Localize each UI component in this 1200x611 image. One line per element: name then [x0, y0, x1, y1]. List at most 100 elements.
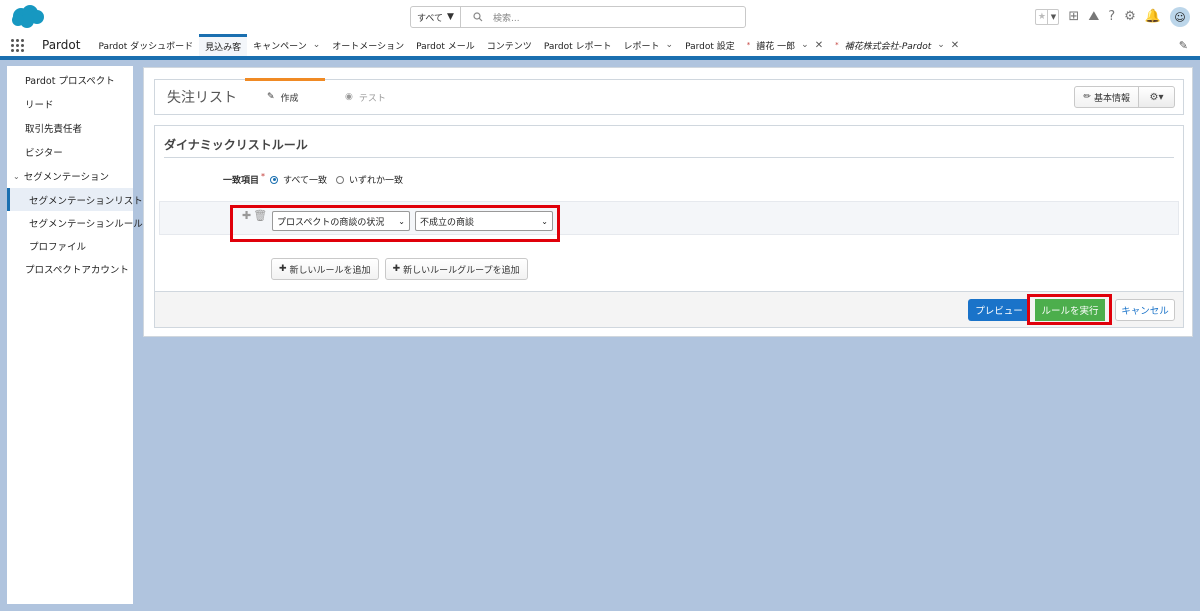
sidebar-item-label: セグメンテーションリスト [29, 195, 143, 207]
favorites-star-icon: ★ [1037, 12, 1046, 22]
add-rule-group-button[interactable]: ✚ 新しいルールグループを追加 [384, 258, 528, 280]
edit-nav-pencil-icon[interactable]: ✎ [1179, 34, 1200, 56]
favorites-button[interactable]: ★ ▼ [1035, 9, 1060, 25]
match-type-row: 一致項目 * すべて一致 いずれか一致 [223, 172, 404, 186]
nav-item-label: オートメーション [332, 41, 405, 52]
plus-icon: ✚ [279, 264, 287, 274]
plus-icon: ✚ [392, 264, 401, 274]
help-icon[interactable]: ? [1108, 7, 1115, 27]
nav-item-label: Pardot メール [416, 41, 475, 52]
chevron-down-icon[interactable]: ⌄ [666, 40, 674, 50]
global-header: すべて ▼ 検索... ★ ▼ ⊞ ⛰ ? ⚙ 🔔 ☺ [0, 0, 1200, 34]
setup-gear-icon[interactable]: ⚙ [1124, 7, 1136, 27]
gear-icon: ⚙▾ [1149, 91, 1164, 103]
sidebar-item-label: セグメンテーションルール [29, 218, 143, 230]
add-rule-button[interactable]: ✚ 新しいルールを追加 [271, 258, 379, 280]
nav-tab-account[interactable]: * 補花株式会社-Pardot ⌄ ✕ [829, 34, 965, 56]
sidebar-item-segmentation-lists[interactable]: セグメンテーションリスト [7, 188, 143, 211]
search-scope-label: すべて [417, 13, 444, 24]
unsaved-dot-icon: * [746, 41, 751, 49]
sidebar-item-label: リード [25, 100, 54, 111]
chevron-down-icon[interactable]: ⌄ [937, 40, 945, 50]
sidebar-item-label: セグメンテーション [23, 172, 110, 183]
nav-item-label: キャンペーン [253, 41, 307, 52]
sidebar-item-label: プロファイル [29, 241, 87, 253]
nav-tab-contact[interactable]: * 譜花 一郎 ⌄ ✕ [741, 34, 829, 56]
add-icon[interactable]: ⊞ [1068, 7, 1079, 27]
sidebar-item-contacts[interactable]: 取引先責任者 [7, 116, 133, 140]
chevron-down-icon: ⌄ [13, 171, 20, 181]
cancel-button[interactable]: キャンセル [1115, 299, 1175, 321]
sidebar-item-leads[interactable]: リード [7, 92, 133, 116]
nav-item-pardot-dashboard[interactable]: Pardot ダッシュボード [92, 34, 199, 56]
sidebar-item-label: プロスペクトアカウント [25, 265, 129, 276]
step-label: テスト [358, 93, 386, 104]
chevron-down-icon[interactable]: ⌄ [801, 40, 809, 50]
chevron-down-icon[interactable]: ⌄ [313, 40, 321, 50]
app-launcher-button[interactable] [0, 34, 34, 56]
basic-info-label: 基本情報 [1093, 93, 1130, 104]
nav-item-pardot-reports[interactable]: Pardot レポート [538, 34, 618, 56]
step-create[interactable]: ✎ 作成 [245, 77, 325, 114]
step-test[interactable]: ◉ テスト [345, 80, 386, 114]
match-label: 一致項目 [223, 176, 260, 186]
global-search: すべて ▼ 検索... [410, 6, 746, 28]
search-input[interactable]: 検索... [461, 7, 745, 27]
unsaved-dot-icon: * [835, 41, 839, 49]
add-rule-label: 新しいルールを追加 [289, 265, 371, 276]
close-icon[interactable]: ✕ [951, 40, 959, 51]
sidebar-item-pardot-prospects[interactable]: Pardot プロスペクト [7, 68, 133, 92]
nav-item-label: 見込み客 [205, 43, 242, 53]
nav-item-automation[interactable]: オートメーション [326, 34, 410, 56]
favorites-menu-icon: ▼ [1047, 10, 1058, 24]
divider [164, 157, 1174, 158]
nav-item-pardot-settings[interactable]: Pardot 設定 [679, 34, 741, 56]
nav-item-label: コンテンツ [486, 41, 532, 52]
sidebar-item-label: ビジター [25, 148, 63, 159]
nav-item-label: 譜花 一郎 [756, 41, 796, 52]
sidebar-item-visitors[interactable]: ビジター [7, 140, 133, 164]
basic-info-button[interactable]: ✏ 基本情報 [1074, 86, 1139, 108]
nav-item-content[interactable]: コンテンツ [481, 34, 538, 56]
list-editor-panel: 失注リスト ✎ 作成 ◉ テスト ✏ 基本情報 ⚙▾ ダイナミックリストルール … [143, 67, 1193, 337]
sidebar-item-prospect-accounts[interactable]: プロスペクトアカウント [7, 257, 133, 281]
edit-icon: ✎ [267, 92, 275, 102]
nav-item-campaigns[interactable]: キャンペーン ⌄ [247, 34, 326, 56]
sidebar-item-label: 取引先責任者 [25, 124, 83, 135]
nav-item-reports[interactable]: レポート ⌄ [618, 34, 680, 56]
list-title-bar: 失注リスト ✎ 作成 ◉ テスト ✏ 基本情報 ⚙▾ [154, 77, 1184, 115]
nav-item-label: レポート [623, 41, 660, 52]
salesforce-logo[interactable] [10, 4, 46, 30]
search-icon [473, 12, 483, 22]
sidebar-item-profiles[interactable]: プロファイル [7, 234, 133, 257]
sidebar-item-segmentation-rules[interactable]: セグメンテーションルール [7, 211, 143, 234]
nav-item-label: 補花株式会社-Pardot [844, 41, 932, 52]
nav-item-pardot-email[interactable]: Pardot メール [410, 34, 481, 56]
gear-menu-button[interactable]: ⚙▾ [1139, 86, 1175, 108]
close-icon[interactable]: ✕ [815, 40, 823, 51]
sidebar-item-label: Pardot プロスペクト [25, 76, 115, 87]
add-group-label: 新しいルールグループを追加 [403, 265, 520, 276]
nav-item-label: Pardot レポート [543, 41, 612, 52]
title-actions: ✏ 基本情報 ⚙▾ [1074, 86, 1175, 108]
form-footer: プレビュー ルールを実行 キャンセル [155, 291, 1183, 327]
caret-down-icon: ▼ [447, 12, 454, 22]
trailhead-icon[interactable]: ⛰ [1088, 7, 1099, 27]
match-all-label: すべて一致 [283, 176, 328, 186]
add-rule-buttons: ✚ 新しいルールを追加 ✚ 新しいルールグループを追加 [271, 258, 528, 280]
notification-bell-icon[interactable]: 🔔 [1145, 7, 1161, 27]
search-scope-select[interactable]: すべて ▼ [411, 7, 461, 27]
app-nav-bar: Pardot Pardot ダッシュボード 見込み客 キャンペーン ⌄ オートメー… [0, 34, 1200, 60]
search-placeholder: 検索... [493, 13, 520, 24]
nav-item-prospects[interactable]: 見込み客 [199, 34, 248, 56]
app-name: Pardot [42, 38, 81, 52]
match-any-label: いずれか一致 [349, 176, 404, 186]
preview-button[interactable]: プレビュー [968, 299, 1030, 321]
run-rules-button[interactable]: ルールを実行 [1035, 299, 1105, 321]
nav-item-label: Pardot 設定 [685, 41, 735, 52]
rule-row: ✚ 🗑 プロスペクトの商談の状況 ⌄ 不成立の商談 ⌄ [159, 201, 1179, 242]
match-any-radio[interactable] [336, 175, 345, 184]
user-avatar-icon[interactable]: ☺ [1170, 7, 1190, 27]
sidebar-group-segmentation[interactable]: ⌄ セグメンテーション [7, 164, 133, 188]
match-all-radio[interactable] [270, 175, 279, 184]
